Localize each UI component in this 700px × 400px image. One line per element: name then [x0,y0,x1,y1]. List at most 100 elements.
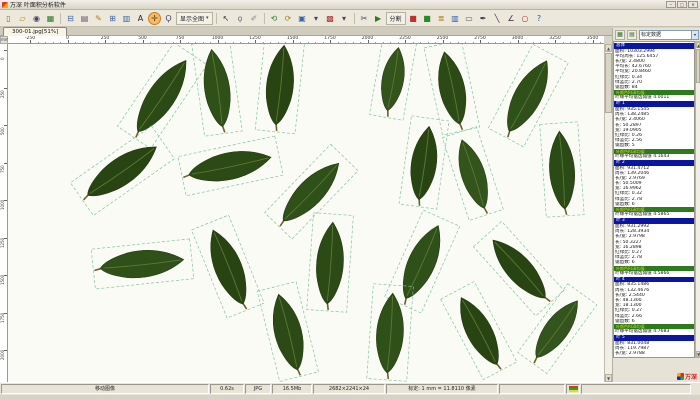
maximize-button[interactable]: □ [677,1,687,8]
calibration-dropdown-label: 标定数据 [641,31,661,38]
ruler-icon[interactable]: ▭ [463,12,476,25]
palette-icon[interactable]: ▩ [324,12,337,25]
camera-icon[interactable]: ◉ [30,12,43,25]
pencil-icon[interactable]: ✎ [92,12,105,25]
ruler-minor-tick [75,42,76,44]
serration-angle-row: 叶缘平均锯齿角值 4.7683 [614,329,694,334]
text-tool-icon[interactable]: A [134,12,147,25]
minimize-button[interactable]: ─ [666,1,676,8]
leaf[interactable] [86,233,199,294]
canvas-scrollbar[interactable]: ▲ ▼ [604,44,612,382]
ruler-label: 3500 [587,36,598,41]
ruler-minor-tick [338,42,339,44]
angle-tool-icon[interactable]: ∠ [505,12,518,25]
line-tool-icon[interactable]: ╲ [491,12,504,25]
image-tab[interactable]: 300-01.jpg[51%] [3,27,67,36]
leaf-blade [266,291,311,373]
magnifier-icon[interactable]: ϙ [234,12,247,25]
play-icon[interactable]: ▶ [372,12,385,25]
ruler-label: 1750 [324,36,335,41]
ruler-minor-tick [585,42,586,44]
export-icon[interactable]: ▤ [627,30,637,40]
rotate-right-icon[interactable]: ⟳ [282,12,295,25]
panel-scrollbar-thumb[interactable] [696,49,700,83]
leaf[interactable] [250,44,311,139]
green-marker-icon[interactable]: ■ [421,12,434,25]
ruler-label: 1250 [0,237,5,247]
leaf-blade [314,221,346,305]
ruler-label: 2000 [0,350,5,360]
ruler-minor-tick [165,42,166,44]
image-icon[interactable]: ▦ [44,12,57,25]
panel-scrollbar[interactable]: ▲ ▼ [695,41,700,358]
ruler-label: 500 [0,127,5,135]
scroll-down-icon[interactable]: ▼ [605,374,612,382]
pan-tool-icon[interactable]: ✛ [148,12,161,25]
canvas-scrollbar-thumb[interactable] [605,53,612,113]
copy-icon[interactable]: ⊞ [106,12,119,25]
ruler-label: 3000 [512,36,523,41]
report-icon[interactable]: ▥ [120,12,133,25]
status-calibration: 标定: 1 mm = 11.8110 像素 [386,384,498,394]
grid-dropdown-icon[interactable]: ▾ [310,12,323,25]
chevron-down-icon: ▾ [206,15,209,21]
leaf[interactable] [172,130,288,201]
ruler-label: 250 [0,90,5,98]
status-empty-1 [499,384,565,394]
scroll-up-icon[interactable]: ▲ [605,44,612,52]
save-icon[interactable]: ⊟ [64,12,77,25]
status-dimensions: 2682×2241×24 [313,384,385,394]
horizontal-ruler: -250025050075010001250150017502000225025… [8,36,604,44]
marker-pen-icon[interactable]: ✐ [248,12,261,25]
split-button[interactable]: 分割 [386,12,406,25]
pointer-icon[interactable]: ↖ [220,12,233,25]
grid-view-icon[interactable]: ▣ [296,12,309,25]
red-marker-icon[interactable]: ■ [407,12,420,25]
circle-tool-icon[interactable]: ○ [519,12,532,25]
toolbar-separator [354,13,355,24]
print-icon[interactable]: ▤ [78,12,91,25]
pen-icon[interactable]: ✒ [477,12,490,25]
zoom-tool-icon[interactable]: Ϙ [162,12,175,25]
ruler-minor-tick [488,42,489,44]
leaf-blade [451,136,495,212]
ruler-minor-tick [240,42,241,44]
ruler-label: 0 [0,57,5,60]
leaf[interactable] [361,279,418,382]
ruler-minor-tick [188,42,189,44]
ruler-tick [4,88,7,89]
ruler-minor-tick [420,42,421,44]
image-canvas[interactable] [8,44,604,382]
open-folder-icon[interactable]: ▱ [16,12,29,25]
panel-scroll-down-icon[interactable]: ▼ [696,351,700,357]
main-toolbar: ▯▱◉▦⊟▤✎⊞▥A✛Ϙ显示全图▾↖ϙ✐⟲⟳▣▾▩▾✂▶分割■■≣▥▭✒╲∠○? [0,10,700,27]
palette-dropdown-icon[interactable]: ▾ [338,12,351,25]
panel-scroll-up-icon[interactable]: ▲ [696,42,700,48]
new-file-icon[interactable]: ▯ [2,12,15,25]
fit-view-button[interactable]: 显示全图▾ [176,12,213,25]
color-flag-icon[interactable]: ≣ [435,12,448,25]
ruler-label: 1000 [0,200,5,210]
leaf[interactable] [301,208,358,317]
serration-angle-row: 叶缘平均锯齿角值 4.5866 [614,271,694,276]
close-button[interactable]: ✕ [688,1,698,8]
ruler-minor-tick [600,42,601,44]
ruler-minor-tick [90,42,91,44]
ruler-minor-tick [53,42,54,44]
ruler-minor-tick [150,42,151,44]
ruler-minor-tick [353,42,354,44]
scissors-icon[interactable]: ✂ [358,12,371,25]
app-icon [2,2,8,8]
ruler-minor-tick [278,42,279,44]
ruler-unit-box[interactable]: mm [0,36,8,44]
ruler-minor-tick [428,42,429,44]
calibration-dropdown[interactable]: 标定数据 ▾ [639,30,699,40]
rotate-left-icon[interactable]: ⟲ [268,12,281,25]
leaf[interactable] [186,44,248,142]
table-icon[interactable]: ▦ [615,30,625,40]
leaf[interactable] [535,117,590,222]
ruler-minor-tick [285,42,286,44]
help-icon[interactable]: ? [533,12,546,25]
ruler-minor-tick [60,42,61,44]
chart-icon[interactable]: ▥ [449,12,462,25]
